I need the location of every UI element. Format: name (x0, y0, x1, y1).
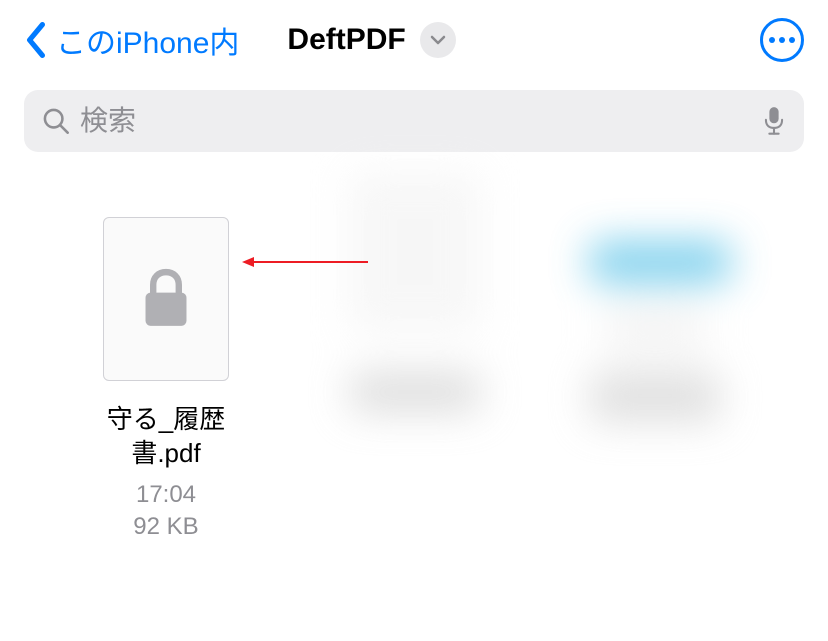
back-button[interactable]: このiPhone内 (24, 18, 239, 62)
lock-icon (139, 267, 193, 331)
file-time: 17:04 (136, 481, 196, 509)
title-container: DeftPDF (287, 22, 455, 58)
file-size: 92 KB (133, 513, 198, 541)
more-options-button[interactable] (760, 18, 804, 62)
search-icon (42, 107, 70, 135)
file-item[interactable]: 守る_履歴書.pdf 17:04 92 KB (76, 217, 256, 541)
blurred-content (310, 172, 760, 572)
navigation-header: このiPhone内 DeftPDF (0, 0, 828, 80)
search-input[interactable] (80, 105, 762, 137)
back-label: このiPhone内 (56, 18, 239, 62)
chevron-left-icon (24, 22, 48, 58)
title-dropdown-button[interactable] (420, 22, 456, 58)
chevron-down-icon (430, 35, 446, 45)
search-bar[interactable] (24, 90, 804, 152)
ellipsis-icon (769, 37, 795, 43)
file-grid: 守る_履歴書.pdf 17:04 92 KB (0, 162, 828, 541)
file-name: 守る_履歴書.pdf (81, 403, 251, 471)
page-title: DeftPDF (287, 23, 405, 57)
microphone-icon[interactable] (762, 106, 786, 136)
arrow-annotation (240, 252, 370, 272)
file-thumbnail (103, 217, 229, 381)
